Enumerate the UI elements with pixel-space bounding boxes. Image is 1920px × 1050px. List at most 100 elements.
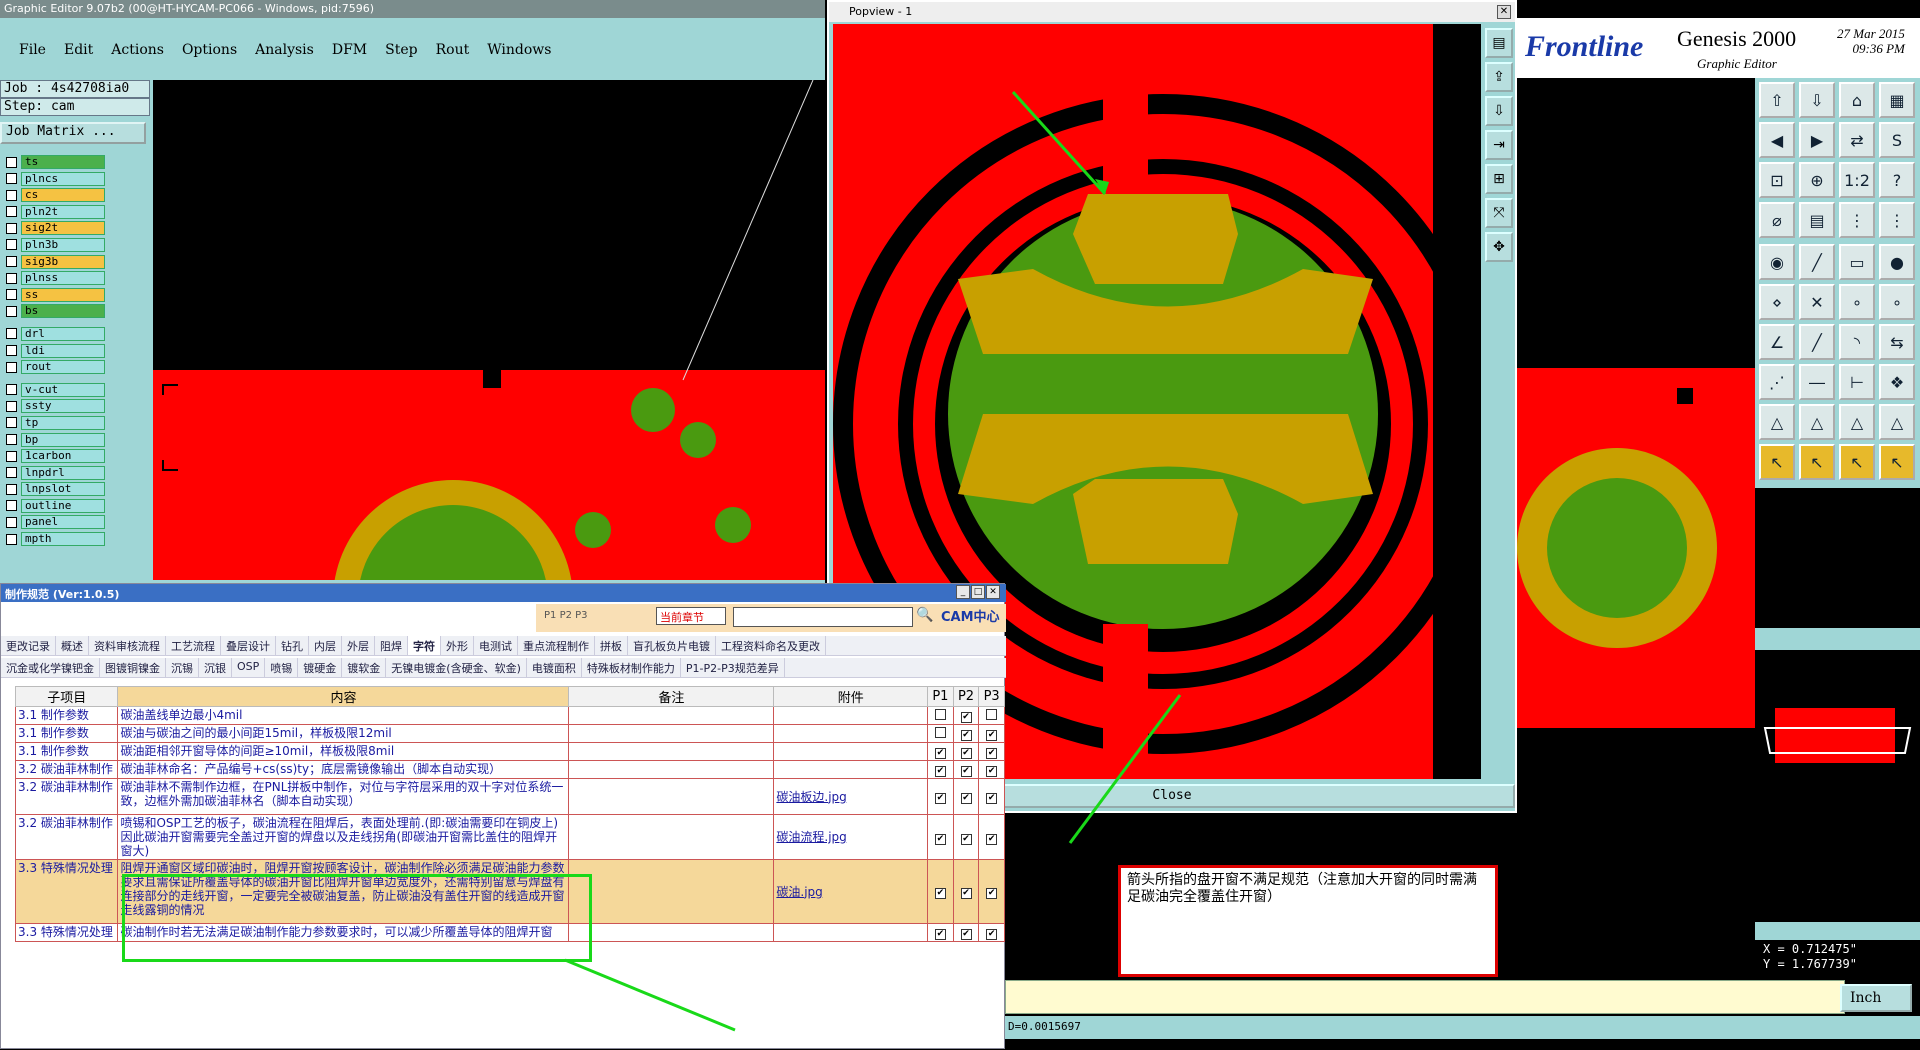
upload-icon[interactable]: ⇪ [1485, 62, 1513, 92]
col-p3[interactable]: P3 [978, 686, 1005, 707]
tab[interactable]: 沉锡 [166, 658, 199, 677]
p1-checkbox[interactable]: ✔ [927, 859, 954, 924]
table-row[interactable]: 3.1 制作参数 碳油盖线单边最小4mil ✔ [14, 706, 1005, 725]
checkbox-icon[interactable]: ✔ [986, 833, 998, 845]
layer-name[interactable]: rout [21, 360, 105, 375]
checkbox-icon[interactable]: ✔ [960, 748, 972, 759]
layer-name[interactable]: plnss [21, 271, 105, 286]
route2-icon[interactable]: ⋮ [1879, 202, 1915, 238]
menu-actions[interactable]: Actions [102, 42, 173, 58]
p2-checkbox[interactable]: ✔ [952, 760, 980, 779]
layer-name[interactable]: ldi [21, 343, 105, 358]
layer-row[interactable]: plnss [0, 270, 125, 286]
node2-icon[interactable]: ∘ [1879, 284, 1915, 320]
p2-checkbox[interactable]: ✔ [952, 724, 980, 743]
layer-row[interactable]: bp [0, 432, 125, 448]
p1-checkbox[interactable]: ✔ [927, 923, 954, 942]
checkbox-icon[interactable]: ✔ [960, 888, 972, 899]
chapter-select[interactable]: 当前章节 [656, 607, 726, 625]
menu-file[interactable]: File [10, 42, 55, 58]
unit-button[interactable]: Inch [1840, 984, 1912, 1012]
flip-icon[interactable]: ⇆ [1879, 324, 1915, 360]
checkbox-icon[interactable]: ✔ [934, 748, 946, 759]
job-matrix-button[interactable]: Job Matrix ... [0, 122, 146, 144]
layer-row[interactable]: sig2t [0, 220, 125, 236]
checkbox-icon[interactable] [934, 726, 946, 738]
tab[interactable]: 重点流程制作 [518, 636, 595, 655]
p1-checkbox[interactable] [927, 724, 954, 743]
p2-checkbox[interactable]: ✔ [952, 706, 980, 725]
layer-name[interactable]: ss [21, 287, 105, 302]
layer-checkbox[interactable] [6, 384, 17, 396]
minimize-icon[interactable]: _ [956, 585, 970, 599]
zoom-in-icon[interactable]: ⊞ [1485, 164, 1513, 194]
layer-checkbox[interactable] [6, 189, 17, 201]
layer-row[interactable]: ssty [0, 398, 125, 414]
search-input[interactable] [733, 607, 913, 627]
tab[interactable]: 拼板 [595, 636, 628, 655]
p-level-options[interactable]: P1 P2 P3 [544, 610, 588, 621]
layer-row[interactable]: v-cut [0, 382, 125, 398]
tab[interactable]: 电测试 [474, 636, 518, 655]
pointer4-icon[interactable]: ↖ [1879, 444, 1915, 480]
line-icon[interactable]: ╱ [1799, 244, 1835, 280]
layer-checkbox[interactable] [6, 222, 17, 234]
command-line[interactable] [1005, 980, 1845, 1014]
edge-icon[interactable]: ⋰ [1759, 364, 1795, 400]
prev-icon[interactable]: ◀ [1759, 122, 1795, 158]
print-icon[interactable]: ▤ [1485, 28, 1513, 58]
tab[interactable]: 钻孔 [276, 636, 309, 655]
checkbox-icon[interactable] [986, 708, 998, 720]
table-row[interactable]: 3.1 制作参数 碳油与碳油之间的最小间距15mil，样板极限12mil ✔ ✔ [14, 724, 1005, 743]
fit-icon[interactable]: ⤧ [1485, 198, 1513, 228]
table-row[interactable]: 3.2 碳油菲林制作 碳油菲林不需制作边框，在PNL拼板中制作，对位与字符层采用的… [14, 778, 1005, 815]
checkbox-icon[interactable]: ✔ [986, 748, 998, 759]
layer-name[interactable]: 1carbon [21, 449, 105, 464]
p1-checkbox[interactable] [927, 706, 954, 725]
menu-step[interactable]: Step [376, 42, 426, 58]
editor-canvas[interactable] [153, 80, 825, 580]
close-icon[interactable]: ✕ [986, 585, 1000, 599]
cell-att[interactable] [773, 760, 929, 779]
layer-name[interactable]: pln3b [21, 237, 105, 252]
layer-row[interactable]: plncs [0, 171, 125, 187]
table-icon[interactable]: ▤ [1799, 202, 1835, 238]
layer-name[interactable]: cs [21, 188, 105, 203]
col-note[interactable]: 备注 [568, 686, 775, 707]
layer-row[interactable]: mpth [0, 531, 125, 547]
tab[interactable]: 特殊板材制作能力 [582, 658, 681, 677]
tab[interactable]: 图镀铜镍金 [100, 658, 166, 677]
p2-checkbox[interactable]: ✔ [952, 814, 980, 860]
tab[interactable]: 字符 [408, 636, 441, 655]
tab[interactable]: 电镀面积 [527, 658, 582, 677]
tab[interactable]: 工程资料命名及更改 [716, 636, 826, 655]
tab[interactable]: 资料审核流程 [89, 636, 166, 655]
menu-options[interactable]: Options [173, 42, 246, 58]
p3-checkbox[interactable]: ✔ [978, 760, 1005, 779]
checkbox-icon[interactable]: ✔ [986, 929, 998, 940]
p1-checkbox[interactable]: ✔ [927, 742, 954, 761]
checkbox-icon[interactable] [934, 708, 946, 720]
table-row[interactable]: 3.1 制作参数 碳油距相邻开窗导体的间距≥10mil，样板极限8mil ✔ ✔ ✔ [14, 742, 1005, 761]
load-icon[interactable]: ⇧ [1759, 82, 1795, 118]
layer-row[interactable]: lnpslot [0, 481, 125, 497]
p3-checkbox[interactable] [978, 706, 1005, 725]
minimap[interactable] [1755, 488, 1920, 940]
pan-icon[interactable]: ✥ [1485, 232, 1513, 262]
checkbox-icon[interactable]: ✔ [960, 766, 972, 777]
arc-icon[interactable]: ◝ [1839, 324, 1875, 360]
maximize-icon[interactable]: □ [971, 585, 985, 599]
p1-checkbox[interactable]: ✔ [927, 778, 954, 815]
p2-checkbox[interactable]: ✔ [952, 778, 980, 815]
layer-name[interactable]: outline [21, 498, 105, 513]
layer-checkbox[interactable] [6, 156, 17, 168]
checkbox-icon[interactable]: ✔ [960, 730, 972, 741]
tab[interactable]: 叠层设计 [221, 636, 276, 655]
p3-checkbox[interactable]: ✔ [978, 923, 1005, 942]
help-icon[interactable]: ? [1879, 162, 1915, 198]
tab[interactable]: 镀硬金 [298, 658, 343, 677]
grid-icon[interactable]: ▦ [1879, 82, 1915, 118]
layer-checkbox[interactable] [6, 417, 17, 429]
triangle4-icon[interactable]: △ [1879, 404, 1915, 440]
layer-checkbox[interactable] [6, 400, 17, 412]
